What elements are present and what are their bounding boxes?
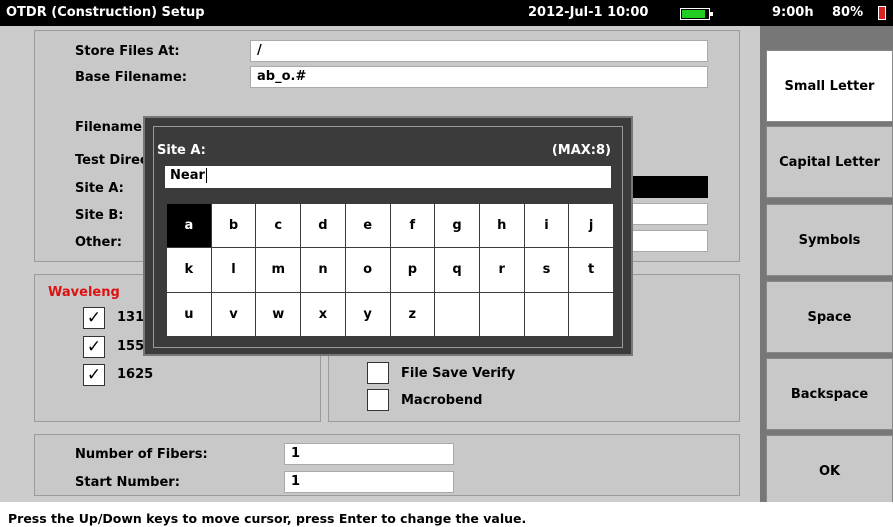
wavelength-label: Waveleng xyxy=(48,285,120,300)
file-save-verify-label: File Save Verify xyxy=(401,366,516,381)
ok-button[interactable]: OK xyxy=(766,435,893,507)
macrobend-checkbox[interactable] xyxy=(367,389,389,411)
key-s[interactable]: s xyxy=(524,248,569,292)
dialog-text-input[interactable]: Near xyxy=(165,166,611,188)
start-number-label: Start Number: xyxy=(75,475,180,490)
wavelength-1-label: 131 xyxy=(117,310,145,325)
soft-key-rail: Small Letter Capital Letter Symbols Spac… xyxy=(760,26,893,507)
key-k[interactable]: k xyxy=(167,248,211,292)
base-filename-label: Base Filename: xyxy=(75,70,187,85)
window-title: OTDR (Construction) Setup xyxy=(6,5,205,20)
other-label: Other: xyxy=(75,235,122,250)
site-b-label: Site B: xyxy=(75,208,124,223)
site-b-field[interactable] xyxy=(620,203,708,225)
battery-low-icon xyxy=(878,6,886,20)
capital-letter-button[interactable]: Capital Letter xyxy=(766,126,893,198)
key-l[interactable]: l xyxy=(211,248,256,292)
keyboard-dialog: Site A: (MAX:8) Near abcdefghij klmnopqrs… xyxy=(143,116,633,356)
wavelength-2-checkbox[interactable]: ✓ xyxy=(83,336,105,358)
battery-percent: 80% xyxy=(832,5,864,20)
key-f[interactable]: f xyxy=(390,204,435,248)
key-o[interactable]: o xyxy=(345,248,390,292)
wavelength-2-label: 155 xyxy=(117,339,145,354)
number-of-fibers-label: Number of Fibers: xyxy=(75,447,208,462)
battery-time: 9:00h xyxy=(772,5,814,20)
test-direction-label: Test Direc xyxy=(75,153,148,168)
key-j[interactable]: j xyxy=(569,204,613,248)
key-g[interactable]: g xyxy=(435,204,479,248)
key-i[interactable]: i xyxy=(524,204,569,248)
base-filename-field[interactable]: ab_o.# xyxy=(250,66,708,88)
macrobend-label: Macrobend xyxy=(401,393,483,408)
date-time: 2012-Jul-1 10:00 xyxy=(528,5,649,20)
key-empty xyxy=(569,292,613,336)
key-x[interactable]: x xyxy=(301,292,345,336)
key-v[interactable]: v xyxy=(211,292,256,336)
title-bar: OTDR (Construction) Setup 2012-Jul-1 10:… xyxy=(0,0,893,26)
filename-label: Filename: xyxy=(75,120,148,135)
key-empty xyxy=(479,292,524,336)
wavelength-1-checkbox[interactable]: ✓ xyxy=(83,307,105,329)
key-empty xyxy=(435,292,479,336)
key-m[interactable]: m xyxy=(256,248,301,292)
dialog-input-value: Near xyxy=(170,168,205,183)
small-letter-button[interactable]: Small Letter xyxy=(766,50,893,122)
other-field[interactable] xyxy=(620,230,708,252)
key-q[interactable]: q xyxy=(435,248,479,292)
text-cursor xyxy=(205,168,207,183)
key-r[interactable]: r xyxy=(479,248,524,292)
key-e[interactable]: e xyxy=(345,204,390,248)
key-y[interactable]: y xyxy=(345,292,390,336)
status-bar: Press the Up/Down keys to move cursor, p… xyxy=(0,502,893,527)
key-h[interactable]: h xyxy=(479,204,524,248)
key-p[interactable]: p xyxy=(390,248,435,292)
store-files-field[interactable]: / xyxy=(250,40,708,62)
key-u[interactable]: u xyxy=(167,292,211,336)
key-empty xyxy=(524,292,569,336)
dialog-max-length: (MAX:8) xyxy=(551,143,611,158)
wavelength-3-label: 1625 xyxy=(117,367,154,382)
key-a[interactable]: a xyxy=(167,204,211,248)
key-b[interactable]: b xyxy=(211,204,256,248)
space-button[interactable]: Space xyxy=(766,281,893,353)
battery-icon xyxy=(680,8,713,20)
wavelength-3-checkbox[interactable]: ✓ xyxy=(83,364,105,386)
symbols-button[interactable]: Symbols xyxy=(766,204,893,276)
site-a-label: Site A: xyxy=(75,181,124,196)
file-save-verify-checkbox[interactable] xyxy=(367,362,389,384)
key-w[interactable]: w xyxy=(256,292,301,336)
key-t[interactable]: t xyxy=(569,248,613,292)
start-number-field[interactable]: 1 xyxy=(284,471,454,493)
key-c[interactable]: c xyxy=(256,204,301,248)
number-of-fibers-field[interactable]: 1 xyxy=(284,443,454,465)
key-d[interactable]: d xyxy=(301,204,345,248)
dialog-title: Site A: xyxy=(157,143,206,158)
store-files-label: Store Files At: xyxy=(75,44,180,59)
key-grid: abcdefghij klmnopqrst uvwxyz xyxy=(167,204,613,336)
site-a-field[interactable] xyxy=(620,176,708,198)
key-z[interactable]: z xyxy=(390,292,435,336)
key-n[interactable]: n xyxy=(301,248,345,292)
backspace-button[interactable]: Backspace xyxy=(766,358,893,430)
